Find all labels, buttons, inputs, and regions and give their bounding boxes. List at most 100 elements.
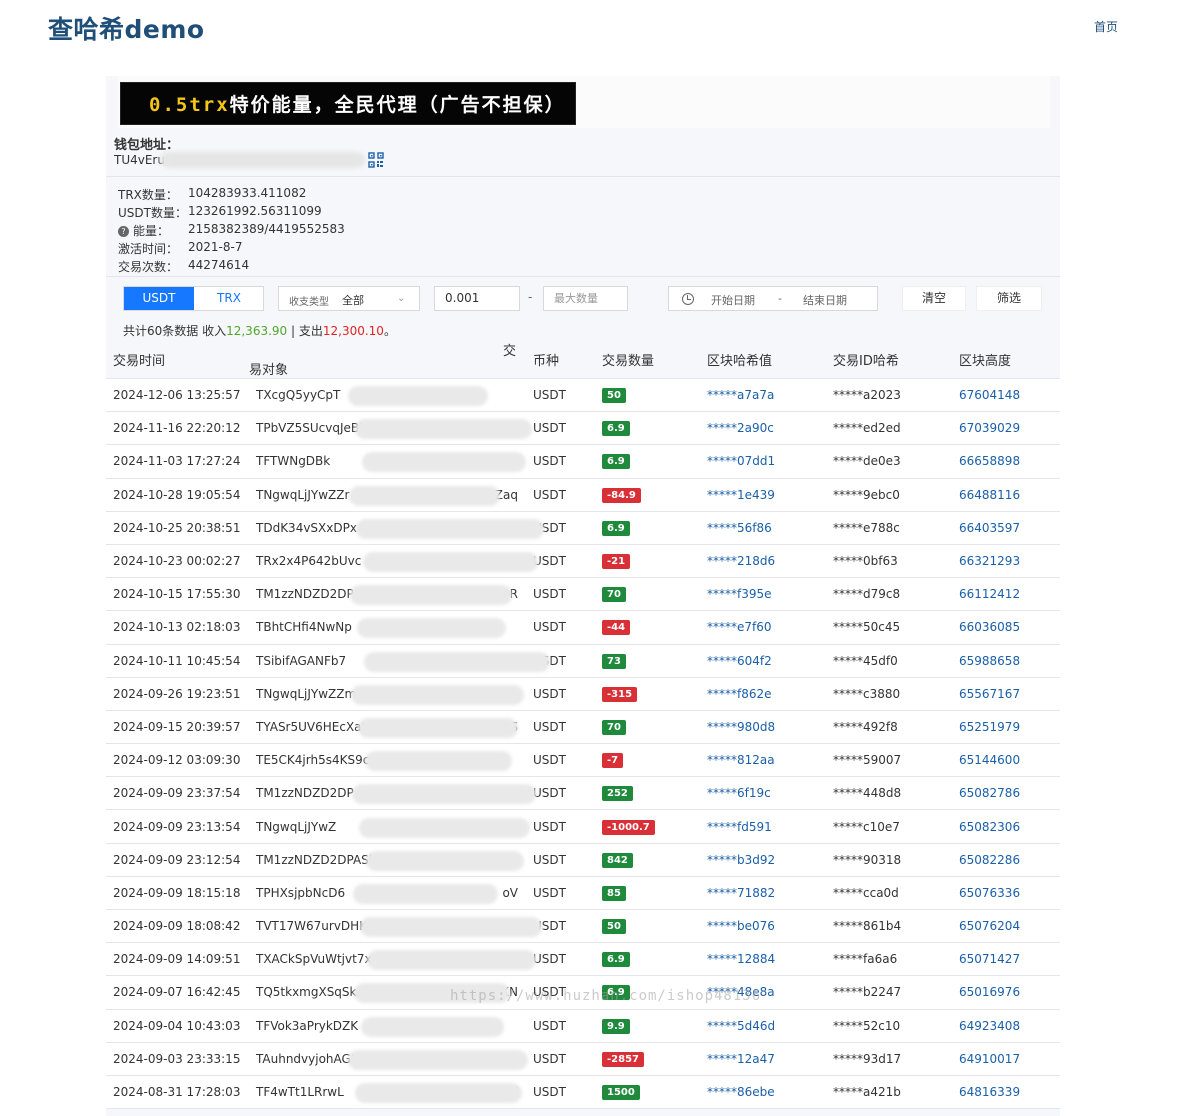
block-hash-link[interactable]: *****1e439 xyxy=(707,488,775,502)
table-row[interactable]: 2024-10-23 00:02:27TRx2x4P642bUvcvvUSDT-… xyxy=(106,544,1060,579)
table-row[interactable]: 2024-11-03 17:27:24 TFTWNgDBk USDT 6.9 *****… xyxy=(106,444,1060,479)
tx-party[interactable]: TE5CK4jrh5s4KS9c xyxy=(249,743,526,778)
table-row[interactable]: 2024-09-12 03:09:30 TE5CK4jrh5s4KS9c USDT -… xyxy=(106,743,1060,778)
tx-party[interactable]: TFVok3aPrykDZK xyxy=(249,1009,526,1043)
block-hash-link[interactable]: *****12884 xyxy=(707,952,775,966)
block-height-link[interactable]: 66321293 xyxy=(959,554,1020,568)
table-row[interactable]: 2024-08-31 17:28:03 TF4wTt1LRrwL5VUSDT 150… xyxy=(106,1075,1060,1110)
tx-block-hash[interactable]: *****6f19c xyxy=(700,776,826,811)
tx-party[interactable]: TVT17W67urvDHKfxBoM xyxy=(249,909,542,944)
tx-party[interactable]: TM1zzNDZD2DPAS9R xyxy=(249,577,526,612)
tx-party[interactable]: TSibifAGANFb7 xyxy=(249,644,550,678)
tx-block-hash[interactable]: *****812aa xyxy=(700,743,826,778)
tx-block-hash[interactable]: *****2a90c xyxy=(700,411,826,446)
block-hash-link[interactable]: *****71882 xyxy=(707,886,775,900)
table-row[interactable]: 2024-10-28 19:05:54 TNgwqLjJYwZZr kZaq USDT… xyxy=(106,478,1060,512)
block-height-link[interactable]: 66403597 xyxy=(959,521,1020,535)
tx-block-height[interactable]: 66036085 xyxy=(952,610,1060,645)
block-height-link[interactable]: 65082286 xyxy=(959,853,1020,867)
tx-block-height[interactable]: 65251979 xyxy=(952,710,1060,745)
block-height-link[interactable]: 67039029 xyxy=(959,421,1020,435)
block-height-link[interactable]: 67604148 xyxy=(959,388,1020,402)
tx-block-height[interactable]: 64910017 xyxy=(952,1042,1060,1076)
block-hash-link[interactable]: *****be076 xyxy=(707,919,775,933)
table-row[interactable]: 2024-09-15 20:39:57 TYASr5UV6HEcXatwdFQtm… xyxy=(106,710,1060,745)
tx-block-hash[interactable]: *****48e8a xyxy=(700,975,826,1010)
tx-party[interactable]: TDdK34vSXxDPx xyxy=(249,511,544,545)
tx-block-height[interactable]: 65076204 xyxy=(952,909,1060,944)
block-hash-link[interactable]: *****218d6 xyxy=(707,554,775,568)
table-row[interactable]: 2024-12-06 13:25:57 TXcgQ5yyCpT USDT 50 ****… xyxy=(106,378,1060,413)
end-date-input[interactable]: 结束日期 xyxy=(803,292,847,308)
tx-block-height[interactable]: 65071427 xyxy=(952,942,1060,977)
tx-block-height[interactable]: 65076336 xyxy=(952,876,1060,911)
tx-block-hash[interactable]: *****12a47 xyxy=(700,1042,826,1076)
tx-party[interactable]: TPbVZ5SUcvqJeBjkp xyxy=(249,411,532,446)
tx-party[interactable]: TQ5tkxmgXSqSkpj1LKN xyxy=(249,975,526,1010)
tx-block-height[interactable]: 64816339 xyxy=(952,1075,1060,1110)
tx-party[interactable]: TPHXsjpbNcD6 oV xyxy=(249,876,526,911)
block-height-link[interactable]: 64816339 xyxy=(959,1085,1020,1099)
block-hash-link[interactable]: *****5d46d xyxy=(707,1019,775,1033)
block-height-link[interactable]: 64910017 xyxy=(959,1052,1020,1066)
table-row[interactable]: 2024-10-13 02:18:03 TBhtCHfi4NwNp USDT -44 *… xyxy=(106,610,1060,645)
tx-block-height[interactable]: 65082306 xyxy=(952,809,1060,844)
block-height-link[interactable]: 65076204 xyxy=(959,919,1020,933)
tx-block-hash[interactable]: *****604f2 xyxy=(700,644,826,678)
tx-block-hash[interactable]: *****12884 xyxy=(700,942,826,977)
tab-trx[interactable]: TRX xyxy=(194,287,264,310)
block-hash-link[interactable]: *****a7a7a xyxy=(707,388,774,402)
filter-button[interactable]: 筛选 xyxy=(976,286,1042,311)
tx-block-height[interactable]: 66658898 xyxy=(952,444,1060,479)
tx-party[interactable]: TM1zzNDZD2DPASbK9R xyxy=(249,843,526,877)
block-hash-link[interactable]: *****56f86 xyxy=(707,521,772,535)
tx-block-hash[interactable]: *****218d6 xyxy=(700,544,826,579)
block-hash-link[interactable]: *****f862e xyxy=(707,687,772,701)
tx-block-hash[interactable]: *****56f86 xyxy=(700,511,826,545)
tx-block-hash[interactable]: *****5d46d xyxy=(700,1009,826,1043)
table-row[interactable]: 2024-10-25 20:38:51 TDdK34vSXxDPx USDT 6.9 *… xyxy=(106,511,1060,545)
block-height-link[interactable]: 66658898 xyxy=(959,454,1020,468)
tx-block-height[interactable]: 66112412 xyxy=(952,577,1060,612)
block-height-link[interactable]: 64923408 xyxy=(959,1019,1020,1033)
block-hash-link[interactable]: *****6f19c xyxy=(707,786,771,800)
block-height-link[interactable]: 65988658 xyxy=(959,654,1020,668)
help-icon[interactable]: ? xyxy=(118,226,129,237)
block-hash-link[interactable]: *****07dd1 xyxy=(707,454,775,468)
tx-party[interactable]: TNgwqLjJYwZ8wkZaq xyxy=(249,809,530,844)
tx-party[interactable]: TM1zzNDZD2DPx9R xyxy=(249,776,536,811)
tx-block-height[interactable]: 67604148 xyxy=(952,378,1060,413)
tx-party[interactable]: TYASr5UV6HEcXatwdFQtmLvMUxHLS xyxy=(249,710,526,745)
block-height-link[interactable]: 65071427 xyxy=(959,952,1020,966)
tx-party[interactable]: TF4wTt1LRrwL5V xyxy=(249,1075,526,1110)
tx-block-height[interactable]: 65082286 xyxy=(952,843,1060,877)
block-hash-link[interactable]: *****fd591 xyxy=(707,820,772,834)
tx-block-height[interactable]: 67039029 xyxy=(952,411,1060,446)
tx-block-hash[interactable]: *****be076 xyxy=(700,909,826,944)
tx-block-height[interactable]: 66321293 xyxy=(952,544,1060,579)
block-height-link[interactable]: 65567167 xyxy=(959,687,1020,701)
table-row[interactable]: 2024-09-09 23:12:54 TM1zzNDZD2DPASbK9RUSD… xyxy=(106,843,1060,877)
tx-block-height[interactable]: 65988658 xyxy=(952,644,1060,678)
tx-party[interactable]: TNgwqLjJYwZZmayHaq xyxy=(249,677,526,711)
type-select[interactable]: 收支类型 全部 ⌄ xyxy=(278,286,420,311)
table-row[interactable]: 2024-10-15 17:55:30 TM1zzNDZD2DPAS9R USDT 7… xyxy=(106,577,1060,612)
table-row[interactable]: 2024-09-09 18:15:18 TPHXsjpbNcD6 oV USDT 85 *… xyxy=(106,876,1060,911)
block-height-link[interactable]: 66488116 xyxy=(959,488,1020,502)
tx-party[interactable]: TNgwqLjJYwZZr kZaq xyxy=(249,478,526,512)
tx-block-hash[interactable]: *****71882 xyxy=(700,876,826,911)
tx-block-hash[interactable]: *****b3d92 xyxy=(700,843,826,877)
table-row[interactable]: 2024-09-09 23:13:54 TNgwqLjJYwZ8wkZaqUSDT… xyxy=(106,809,1060,844)
block-height-link[interactable]: 65144600 xyxy=(959,753,1020,767)
table-row[interactable]: 2024-09-04 10:43:03 TFVok3aPrykDZK USDT 9.9… xyxy=(106,1009,1060,1043)
block-height-link[interactable]: 65082786 xyxy=(959,786,1020,800)
tx-block-height[interactable]: 65016976 xyxy=(952,975,1060,1010)
table-row[interactable]: 2024-09-03 23:33:15 TAuhndvyjohAGXbjKUSDT… xyxy=(106,1042,1060,1076)
block-height-link[interactable]: 65082306 xyxy=(959,820,1020,834)
tx-block-hash[interactable]: *****a7a7a xyxy=(700,378,826,413)
block-hash-link[interactable]: *****980d8 xyxy=(707,720,775,734)
table-row[interactable]: 2024-09-09 14:09:51 TXACkSpVuWtjvt7x USDT 6… xyxy=(106,942,1060,977)
tx-block-height[interactable]: 64923408 xyxy=(952,1009,1060,1043)
tx-party[interactable]: TXACkSpVuWtjvt7x xyxy=(249,942,536,977)
tx-block-hash[interactable]: *****07dd1 xyxy=(700,444,826,479)
